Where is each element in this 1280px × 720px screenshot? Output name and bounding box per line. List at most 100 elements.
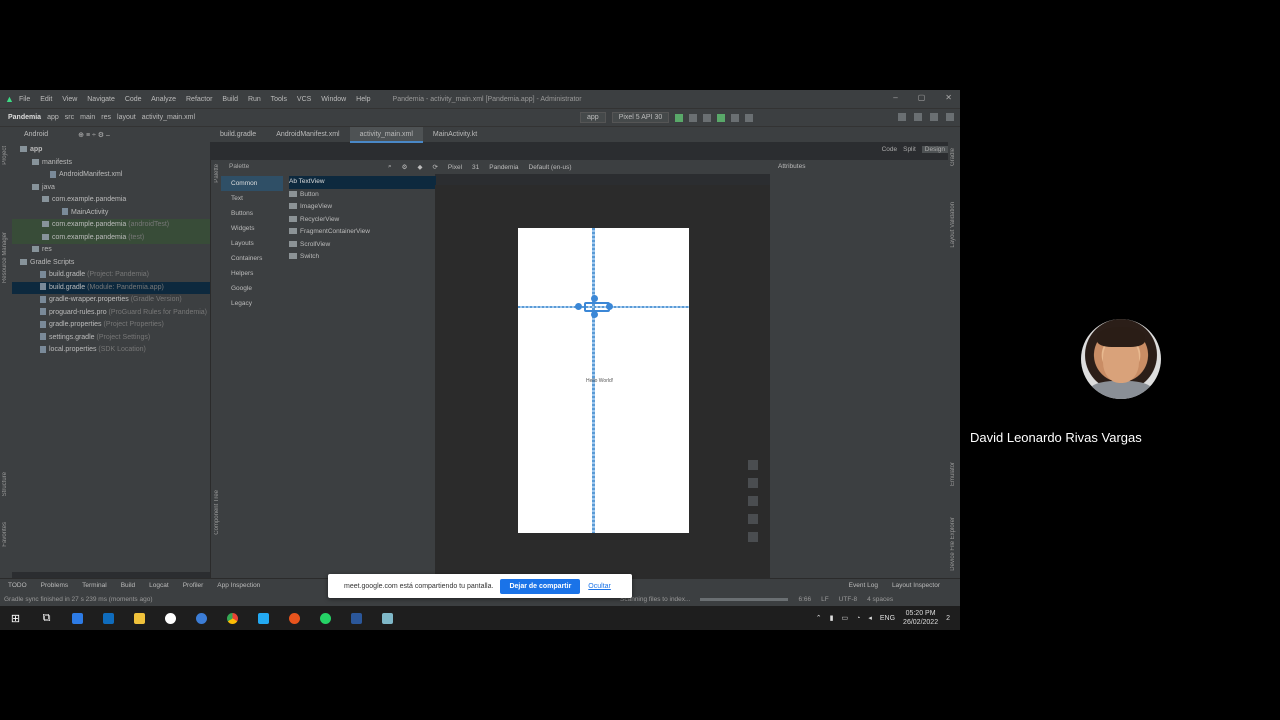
tab-main-activity[interactable]: MainActivity.kt [423,127,487,143]
tree-item-manifests[interactable]: manifests [12,157,210,170]
menu-edit[interactable]: Edit [40,96,52,103]
tree-item-settings-gradle[interactable]: settings.gradle (Project Settings) [12,332,210,345]
word-icon[interactable] [341,606,372,630]
file-explorer-icon[interactable] [124,606,155,630]
hello-world-text[interactable]: Hello World! [586,378,613,384]
zoom-in-icon[interactable] [748,478,758,488]
gradle-tool-tab[interactable]: Gradle [950,148,956,166]
avd-manager-icon[interactable] [914,113,922,121]
project-tool-tab[interactable]: Project [2,146,8,165]
tool-problems[interactable]: Problems [41,582,68,589]
palette-item-switch[interactable]: Switch [289,251,436,264]
volume-icon[interactable]: ◂ [868,614,872,622]
stop-icon[interactable] [745,113,754,122]
palette-item-recyclerview[interactable]: RecyclerView [289,214,436,227]
tree-item-gradle-properties[interactable]: gradle.properties (Project Properties) [12,319,210,332]
tool-layout-inspector[interactable]: Layout Inspector [892,582,940,589]
breadcrumb-main[interactable]: main [80,114,95,121]
zoom-fit-icon[interactable] [748,514,758,524]
tree-item-app[interactable]: app [12,144,210,157]
profile-icon[interactable] [703,113,712,122]
tray-chevron-icon[interactable]: ⌃ [816,614,822,622]
app-orange-icon[interactable] [279,606,310,630]
constraint-handle-right[interactable] [606,303,613,310]
resource-manager-tool-tab[interactable]: Resource Manager [2,232,8,283]
notification-count[interactable]: 2 [946,615,950,622]
run-config-select[interactable]: app [580,112,606,123]
tree-item-package-main[interactable]: com.example.pandemia [12,194,210,207]
component-tree-tool-tab[interactable]: Component Tree [214,490,220,535]
tab-android-manifest[interactable]: AndroidManifest.xml [266,127,349,143]
outlook-icon[interactable] [93,606,124,630]
mode-split[interactable]: Split [903,146,916,153]
menu-window[interactable]: Window [321,96,346,103]
whatsapp-icon[interactable] [310,606,341,630]
menu-analyze[interactable]: Analyze [151,96,176,103]
menu-refactor[interactable]: Refactor [186,96,212,103]
layout-preview[interactable]: Hello World! [518,228,689,533]
pan-icon[interactable] [748,460,758,470]
tool-app-inspection[interactable]: App Inspection [217,582,260,589]
tree-item-gradle-wrapper[interactable]: gradle-wrapper.properties (Gradle Versio… [12,294,210,307]
breadcrumb-layout[interactable]: layout [117,114,136,121]
breadcrumb-project[interactable]: Pandemia [8,114,41,121]
clock[interactable]: 05:20 PM 26/02/2022 [903,609,938,627]
app-circle-icon[interactable] [155,606,186,630]
menu-file[interactable]: File [19,96,30,103]
constraint-handle-left[interactable] [575,303,582,310]
design-surface-icon[interactable]: ◆ [417,163,422,171]
constraint-handle-top[interactable] [591,295,598,302]
menu-help[interactable]: Help [356,96,370,103]
palette-category-text[interactable]: Text [221,191,283,206]
search-palette-icon[interactable]: ⌕ [388,163,392,171]
tree-item-android-manifest[interactable]: AndroidManifest.xml [12,169,210,182]
attach-debugger-icon[interactable] [731,113,740,122]
locale-select[interactable]: Default (en-us) [529,164,572,171]
palette-category-widgets[interactable]: Widgets [221,221,283,236]
tab-build-gradle[interactable]: build.gradle [210,127,266,143]
breadcrumb-src[interactable]: src [65,114,74,121]
menu-code[interactable]: Code [125,96,142,103]
device-select-design[interactable]: Pixel [448,164,462,171]
vscode-icon[interactable] [248,606,279,630]
menu-tools[interactable]: Tools [271,96,287,103]
network-icon[interactable]: ▭ [842,614,849,622]
palette-category-helpers[interactable]: Helpers [221,266,283,281]
menu-build[interactable]: Build [222,96,238,103]
sync-gradle-icon[interactable] [898,113,906,121]
palette-item-fragmentcontainerview[interactable]: FragmentContainerView [289,226,436,239]
layout-validation-tool-tab[interactable]: Layout Validation [950,202,956,248]
device-file-explorer-tool-tab[interactable]: Device File Explorer [950,517,956,571]
mode-code[interactable]: Code [882,146,898,153]
apply-changes-icon[interactable] [717,113,726,122]
zoom-out-icon[interactable] [748,496,758,506]
palette-item-button[interactable]: Button [289,189,436,202]
close-icon[interactable]: ✕ [945,93,952,102]
emulator-tool-tab[interactable]: Emulator [950,462,956,486]
caret-position[interactable]: 6:66 [798,596,811,603]
app-teal-icon[interactable] [372,606,403,630]
api-level-select[interactable]: 31 [472,164,479,171]
maximize-icon[interactable]: ▢ [918,93,926,102]
battery-icon[interactable]: ▮ [830,614,834,622]
palette-category-layouts[interactable]: Layouts [221,236,283,251]
tool-profiler[interactable]: Profiler [183,582,204,589]
tool-todo[interactable]: TODO [8,582,27,589]
tree-item-res[interactable]: res [12,244,210,257]
menu-view[interactable]: View [62,96,77,103]
menu-run[interactable]: Run [248,96,261,103]
orientation-icon[interactable]: ⟳ [432,163,437,171]
tab-activity-main[interactable]: activity_main.xml [349,126,423,143]
tree-item-local-properties[interactable]: local.properties (SDK Location) [12,344,210,357]
palette-category-legacy[interactable]: Legacy [221,296,283,311]
tree-item-package-test[interactable]: com.example.pandemia (test) [12,231,210,244]
tree-item-package-androidtest[interactable]: com.example.pandemia (androidTest) [12,219,210,232]
breadcrumb-res[interactable]: res [101,114,111,121]
tree-item-proguard[interactable]: proguard-rules.pro (ProGuard Rules for P… [12,307,210,320]
favorites-tool-tab[interactable]: Favorites [2,522,8,547]
tree-item-gradle-scripts[interactable]: Gradle Scripts [12,257,210,270]
menu-navigate[interactable]: Navigate [87,96,115,103]
zoom-reset-icon[interactable] [748,532,758,542]
palette-item-textview[interactable]: Ab TextView [289,176,436,189]
palette-category-common[interactable]: Common [221,176,283,191]
